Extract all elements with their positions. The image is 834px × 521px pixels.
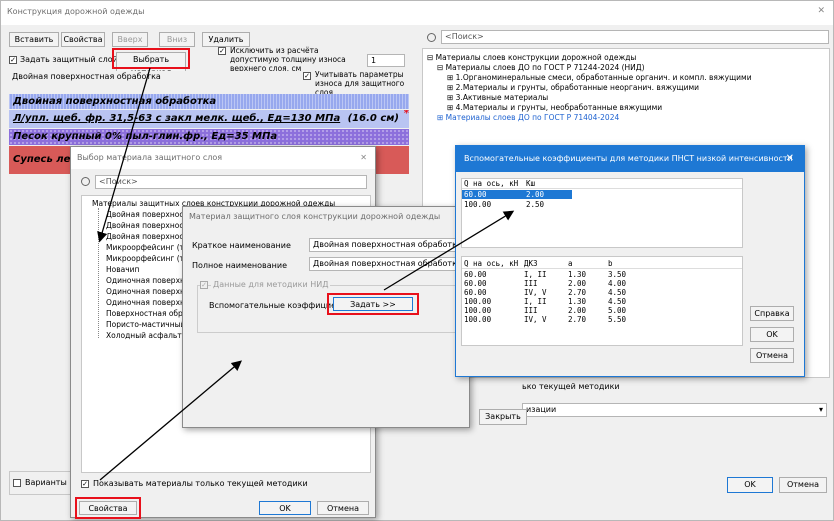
tree-node-group3[interactable]: ⊞ 3.Активные материалы [447, 93, 548, 103]
picker-title: Выбор материала защитного слоя ✕ [71, 147, 375, 169]
coef-title: Вспомогательные коэффициенты для методик… [464, 154, 793, 163]
tree-node-group2[interactable]: ⊞ 2.Материалы и грунты, обработанные нео… [447, 83, 699, 93]
exclude-value-input[interactable]: 1 [367, 54, 405, 67]
picker-tree-item[interactable]: Микроорфейсинг (ти [106, 243, 189, 253]
main-title: Конструкция дорожной одежды [7, 7, 145, 16]
picker-tree-item[interactable]: Микроорфейсинг (ти [106, 254, 189, 264]
picker-tree-item[interactable]: Двойная поверхност [106, 210, 188, 220]
full-name-field[interactable]: Двойная поверхностная обработка [309, 257, 467, 271]
table-row[interactable]: 60.00 2.00 [462, 190, 572, 199]
kw-header: Q на ось, кН Кш [462, 179, 742, 189]
table-row[interactable]: 60.00 IV, V 2.70 4.50 [462, 288, 742, 297]
search-icon [427, 33, 436, 42]
move-down-button[interactable]: Вниз [159, 32, 195, 47]
tree-node-group4[interactable]: ⊞ 4.Материалы и грунты, необработанные в… [447, 103, 662, 113]
close-icon[interactable]: ✕ [360, 147, 367, 169]
picker-ok-button[interactable]: OK [259, 501, 311, 515]
coef-dialog: Вспомогательные коэффициенты для методик… [455, 145, 805, 377]
exclude-label: Исключить из расчёта допустимую толщину … [230, 46, 346, 73]
insert-button[interactable]: Вставить [9, 32, 59, 47]
picker-tree-item[interactable]: Одиночная поверхнос [106, 276, 194, 286]
tree-node-group1[interactable]: ⊞ 1.Органоминеральные смеси, обработанны… [447, 73, 752, 83]
delete-button[interactable]: Удалить [202, 32, 250, 47]
nid-group-label: Данные для методики НИД [211, 280, 331, 289]
picker-show-only-checkbox[interactable]: ✓ [81, 480, 89, 488]
nid-checkbox[interactable]: ✓ [200, 281, 208, 289]
properties-button[interactable]: Свойства [61, 32, 105, 47]
main-titlebar: Конструкция дорожной одежды ✕ [1, 1, 833, 25]
short-name-field[interactable]: Двойная поверхностная обработка [309, 238, 467, 252]
chevron-down-icon: ▾ [818, 405, 823, 414]
bottom-combo[interactable]: изации ▾ [522, 403, 827, 417]
consider-wear-label: Учитывать параметры износа для защитного… [315, 70, 405, 97]
material-combo[interactable]: Двойная поверхностная обработка [9, 71, 299, 84]
coef-titlebar: Вспомогательные коэффициенты для методик… [456, 146, 804, 172]
exclude-checkbox[interactable]: ✓ [218, 47, 226, 55]
close-button[interactable]: Закрыть [479, 409, 527, 425]
tree-node-gost-71244[interactable]: ⊟ Материалы слоев ДО по ГОСТ Р 71244-202… [437, 63, 645, 73]
picker-tree-item[interactable]: Холодный асфальтоб [106, 331, 191, 341]
variants-label: Варианты к [25, 478, 75, 487]
table-row[interactable]: 100.00 III 2.00 5.00 [462, 306, 742, 315]
search-input[interactable]: <Поиск> [441, 30, 829, 44]
highlight-properties [75, 497, 141, 519]
material-title: Материал защитного слоя конструкции доро… [183, 207, 469, 227]
picker-show-only-label: Показывать материалы только текущей мето… [93, 479, 308, 488]
layer-row[interactable]: Песок крупный 0% пыл-глин.фр., Ед=35 МПа [9, 129, 409, 145]
layer-row[interactable]: Л/упл. щеб. фр. 31,5-63 с закл мелк. щеб… [9, 110, 409, 128]
layer-row[interactable]: Двойная поверхностная обработка [9, 94, 409, 109]
tree-node-gost-71404[interactable]: ⊞ Материалы слоев ДО по ГОСТ Р 71404-202… [437, 113, 619, 123]
bottom-only-current-label: ько текущей методики [522, 382, 620, 391]
ab-header: Q на ось, кН ДКЗ a b [462, 259, 742, 269]
protective-layer-checkbox[interactable]: ✓ [9, 56, 17, 64]
move-up-button[interactable]: Вверх [112, 32, 148, 47]
close-icon[interactable]: ✕ [817, 6, 825, 16]
picker-cancel-button[interactable]: Отмена [317, 501, 369, 515]
full-name-label: Полное наименование [192, 261, 287, 270]
tree-node-root[interactable]: ⊟ Материалы слоев конструкции дорожной о… [427, 53, 636, 63]
table-row[interactable]: 100.00 2.50 [462, 200, 742, 209]
close-icon[interactable]: ✕ [786, 146, 794, 172]
coef-cancel-button[interactable]: Отмена [750, 348, 794, 363]
asterisk-icon: * [403, 110, 409, 119]
consider-wear-checkbox[interactable]: ✓ [303, 72, 311, 80]
tree-guide-line [98, 208, 99, 338]
help-button[interactable]: Справка [750, 306, 794, 321]
layer-name: Л/упл. щеб. фр. 31,5-63 с закл мелк. щеб… [13, 113, 341, 124]
picker-search-input[interactable]: <Поиск> [95, 175, 367, 189]
material-dialog: Материал защитного слоя конструкции доро… [182, 206, 470, 428]
picker-tree-item[interactable]: Новачип [106, 265, 139, 275]
layer-thickness: (16.0 см) [347, 113, 399, 124]
kw-header-q: Q на ось, кН [464, 179, 519, 188]
table-row[interactable]: 60.00 III 2.00 4.00 [462, 279, 742, 288]
picker-tree-item[interactable]: Поверхностная обраб [106, 309, 192, 319]
picker-tree-item[interactable]: Пористо-мастичный а [106, 320, 192, 330]
variants-checkbox[interactable] [13, 479, 21, 487]
short-name-label: Краткое наименование [192, 241, 291, 250]
protective-layer-label: Задать защитный слой [20, 55, 118, 64]
layer-name: Песок крупный 0% пыл-глин.фр., Ед=35 МПа [13, 131, 278, 142]
main-ok-button[interactable]: OK [727, 477, 773, 493]
table-row[interactable]: 60.00 I, II 1.30 3.50 [462, 270, 742, 279]
highlight-set-button [327, 293, 419, 315]
table-row[interactable]: 100.00 I, II 1.30 4.50 [462, 297, 742, 306]
picker-tree-item[interactable]: Двойная поверхност [106, 221, 188, 231]
table-row[interactable]: 100.00 IV, V 2.70 5.50 [462, 315, 742, 324]
picker-tree-item[interactable]: Одиночная поверхнос [106, 287, 194, 297]
coef-ok-button[interactable]: OK [750, 327, 794, 342]
search-icon [81, 177, 90, 186]
highlight-choose-material [112, 48, 190, 69]
kw-header-k: Кш [526, 179, 536, 188]
picker-tree-item[interactable]: Одиночная поверхнос [106, 298, 194, 308]
picker-tree-item[interactable]: Двойная поверхност [106, 232, 188, 242]
layer-name: Двойная поверхностная обработка [13, 96, 217, 107]
ab-table: Q на ось, кН ДКЗ a b 60.00 I, II 1.30 3.50 60.… [461, 256, 743, 346]
kw-table: Q на ось, кН Кш 60.00 2.00 100.00 2.50 [461, 178, 743, 248]
main-cancel-button[interactable]: Отмена [779, 477, 827, 493]
